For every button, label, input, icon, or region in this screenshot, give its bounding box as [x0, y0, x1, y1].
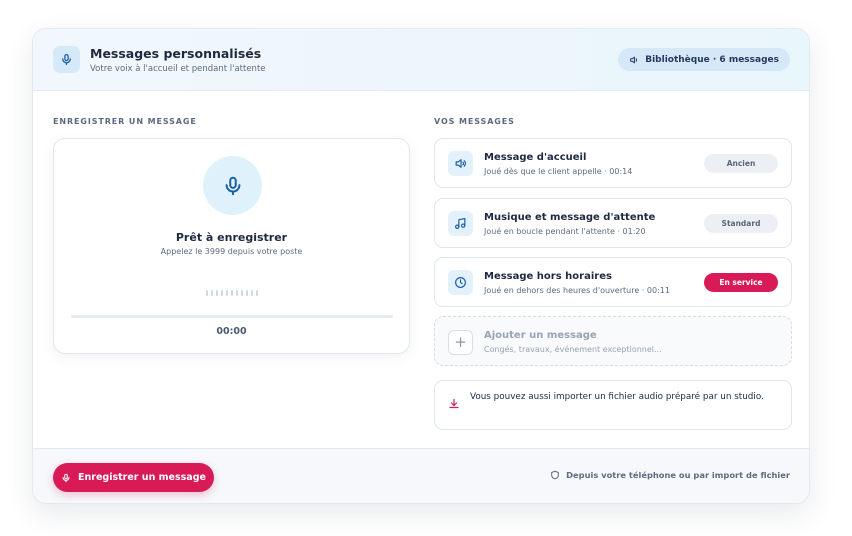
message-item-attente[interactable]: Musique et message d'attente Joué en bou… [434, 198, 792, 248]
message-subtitle: Joué en boucle pendant l'attente · 01:20 [484, 227, 646, 236]
page-subtitle: Votre voix à l'accueil et pendant l'atte… [90, 64, 266, 74]
message-title: Message d'accueil [484, 152, 587, 163]
footer-note: Depuis votre téléphone ou par import de … [550, 470, 790, 480]
add-message-title: Ajouter un message [484, 330, 597, 341]
download-icon [449, 398, 459, 409]
waveform [206, 290, 258, 296]
card-header: Messages personnalisés Votre voix à l'ac… [33, 29, 809, 91]
message-item-accueil[interactable]: Message d'accueil Joué dès que le client… [434, 138, 792, 188]
message-subtitle: Joué dès que le client appelle · 00:14 [484, 167, 633, 176]
speaker-icon [448, 151, 473, 176]
message-title: Musique et message d'attente [484, 212, 656, 223]
status-badge-active[interactable]: En service [704, 273, 778, 292]
record-section-label: ENREGISTRER UN MESSAGE [53, 117, 197, 126]
status-badge[interactable]: Ancien [704, 154, 778, 173]
card-footer: Enregistrer un message Depuis votre télé… [33, 448, 809, 503]
page-title: Messages personnalisés [90, 46, 262, 61]
library-button[interactable]: Bibliothèque · 6 messages [618, 48, 790, 71]
record-message-button[interactable]: Enregistrer un message [53, 463, 214, 492]
footer-note-text: Depuis votre téléphone ou par import de … [566, 470, 790, 480]
recorder-panel: Prêt à enregistrer Appelez le 3999 depui… [53, 138, 410, 354]
record-timer: 00:00 [216, 326, 247, 337]
message-title: Message hors horaires [484, 271, 612, 282]
message-item-hors-horaires[interactable]: Message hors horaires Joué en dehors des… [434, 257, 792, 307]
import-audio-text: Vous pouvez aussi importer un fichier au… [470, 392, 764, 402]
record-mic-button[interactable] [203, 156, 262, 215]
message-subtitle: Joué en dehors des heures d'ouverture · … [484, 286, 670, 295]
status-badge[interactable]: Standard [704, 214, 778, 233]
music-note-icon [448, 211, 473, 236]
speaker-icon [630, 56, 638, 63]
shield-icon [551, 470, 560, 480]
record-status-subtitle: Appelez le 3999 depuis votre poste [160, 247, 303, 256]
record-progress-bar [71, 315, 393, 318]
microphone-icon [62, 473, 70, 482]
microphone-icon [53, 46, 80, 73]
add-message-button[interactable]: + Ajouter un message Congés, travaux, év… [434, 316, 792, 366]
messages-section-label: VOS MESSAGES [434, 117, 515, 126]
record-message-label: Enregistrer un message [78, 472, 206, 483]
messages-card: Messages personnalisés Votre voix à l'ac… [32, 28, 810, 504]
clock-icon [448, 270, 473, 295]
plus-icon: + [448, 330, 473, 355]
add-message-subtitle: Congés, travaux, événement exceptionnel.… [484, 345, 662, 354]
microphone-icon [225, 176, 240, 195]
record-status-title: Prêt à enregistrer [175, 231, 288, 244]
import-audio-card[interactable]: Vous pouvez aussi importer un fichier au… [434, 380, 792, 430]
library-label: Bibliothèque · 6 messages [645, 54, 779, 65]
